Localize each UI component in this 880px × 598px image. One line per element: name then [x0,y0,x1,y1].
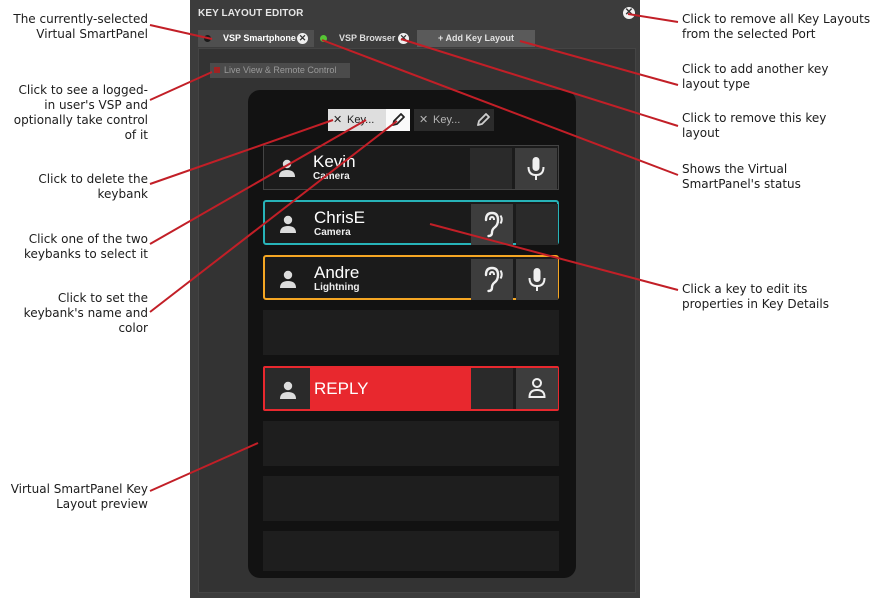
keybank-tab-2[interactable]: ✕ Key... [414,109,494,131]
key-subtitle: Lightning [314,282,360,293]
user-cell[interactable] [516,368,558,409]
tab-vsp-browser[interactable]: VSP Browser ✕ [314,30,414,47]
status-indicator [204,35,211,42]
key-andre[interactable]: Andre Lightning [263,255,559,300]
user-icon [280,381,296,399]
callout-add-layout: Click to add another key layout type [682,62,829,91]
live-view-label: Live View & Remote Control [224,65,337,75]
ear-icon [484,266,503,293]
callout-keybank-name: Click to set the keybank's name and colo… [23,291,148,335]
close-tab-icon[interactable]: ✕ [398,33,409,44]
keybank-tab-1[interactable]: ✕ Key... [328,109,410,131]
user-icon [280,215,296,233]
delete-keybank-icon[interactable]: ✕ [419,109,428,131]
listen-cell[interactable] [471,259,513,300]
key-layout-editor-panel: KEY LAYOUT EDITOR ✕ VSP Smartphone ✕ VSP… [190,0,640,598]
key-chrise[interactable]: ChrisE Camera [263,200,559,245]
key-name: Andre [314,263,360,282]
delete-keybank-icon[interactable]: ✕ [333,109,342,131]
listen-cell[interactable] [471,204,513,245]
tab-label: VSP Browser [339,33,396,43]
vsp-preview: ✕ Key... ✕ Key... Kevin Camera ChrisE Ca… [248,90,576,578]
keybank-label: Key... [347,114,375,126]
talk-cell[interactable] [515,148,557,189]
keybank-label: Key... [433,114,461,126]
panel-title: KEY LAYOUT EDITOR [198,8,304,19]
microphone-icon [527,157,545,180]
edit-keybank-button[interactable] [386,109,410,131]
user-icon [280,270,296,288]
empty-key[interactable] [263,531,559,571]
key-cell[interactable] [516,204,558,245]
talk-cell[interactable] [516,259,558,300]
remove-all-button[interactable]: ✕ [623,7,635,19]
key-cell[interactable] [471,368,513,409]
microphone-icon [528,268,546,291]
ear-icon [484,211,503,238]
edit-keybank-button[interactable] [472,109,494,131]
callout-vsp-status: Shows the Virtual SmartPanel's status [682,162,801,191]
pencil-icon [477,113,490,126]
callout-select-keybank: Click one of the two keybanks to select … [24,232,148,261]
callout-remove-layout: Click to remove this key layout [682,111,827,140]
key-reply[interactable]: REPLY [263,366,559,411]
add-key-layout-button[interactable]: + Add Key Layout [417,30,535,47]
key-cell[interactable] [470,148,512,189]
key-name: Kevin [313,152,356,171]
key-subtitle: Camera [313,171,350,182]
callout-remove-all: Click to remove all Key Layouts from the… [682,12,871,41]
key-kevin[interactable]: Kevin Camera [263,145,559,190]
status-indicator [320,35,327,42]
pencil-icon [392,113,405,126]
callout-live-view: Click to see a logged-in user's VSP and … [13,83,148,142]
empty-key[interactable] [263,421,559,466]
live-view-checkbox[interactable]: Live View & Remote Control [210,63,350,78]
checkbox-icon [214,67,220,73]
key-name: REPLY [314,379,369,398]
close-icon: ✕ [624,7,634,18]
callout-delete-keybank: Click to delete the keybank [38,172,148,201]
callout-edit-key: Click a key to edit its properties in Ke… [682,282,829,311]
key-name: ChrisE [314,208,366,227]
listen-user-icon [528,378,546,398]
callout-layout-preview: Virtual SmartPanel Key Layout preview [10,482,148,511]
tab-vsp-smartphone[interactable]: VSP Smartphone ✕ [198,30,314,47]
empty-key[interactable] [263,310,559,355]
empty-key[interactable] [263,476,559,521]
layout-content: Live View & Remote Control ✕ Key... ✕ Ke… [198,48,636,593]
close-tab-icon[interactable]: ✕ [297,33,308,44]
user-icon [279,159,295,177]
key-subtitle: Camera [314,227,351,238]
tab-label: VSP Smartphone [223,33,296,43]
callout-selected-vsp: The currently-selected Virtual SmartPane… [13,12,148,41]
